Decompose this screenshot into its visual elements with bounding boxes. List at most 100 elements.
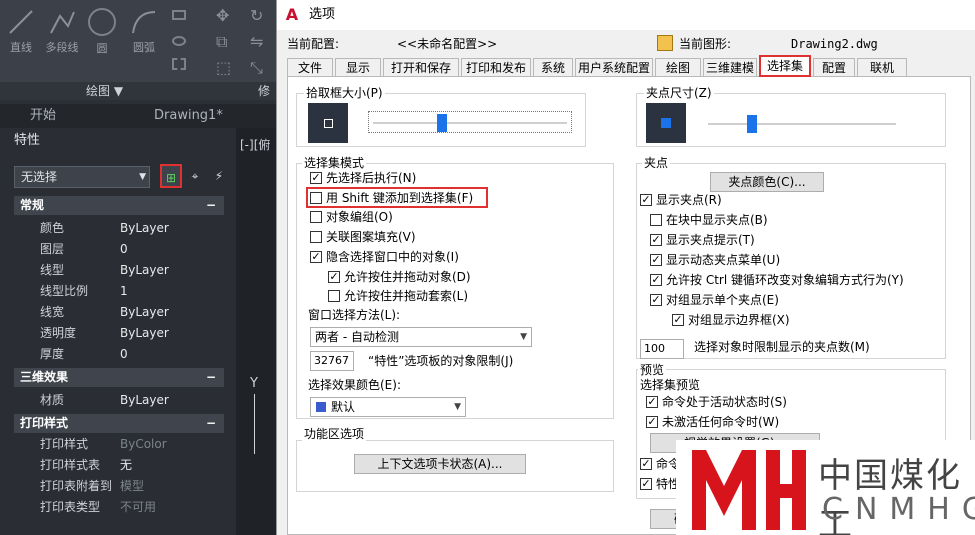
checkbox-icon[interactable] <box>310 192 322 204</box>
quick-select-button[interactable]: ⚡ <box>208 164 230 188</box>
section-header[interactable]: 三维效果 − <box>14 368 224 387</box>
preview-partial-item-2[interactable]: ✓ 特性 <box>640 475 680 493</box>
hatch-icon[interactable] <box>172 58 186 70</box>
tab-10[interactable]: 联机 <box>857 58 907 77</box>
property-value: ByLayer <box>120 305 169 319</box>
gripsize-slider[interactable] <box>708 113 896 135</box>
crosshair-icon: ⌖ <box>191 169 199 183</box>
checkbox-item[interactable]: ✓ 命令处于活动状态时(S) <box>646 393 787 411</box>
checkbox-item[interactable]: ✓ 对组显示边界框(X) <box>672 311 790 329</box>
checkbox-item[interactable]: ✓ 显示夹点提示(T) <box>650 231 755 249</box>
checkbox-icon[interactable]: ✓ <box>328 271 340 283</box>
collapse-icon[interactable]: − <box>206 196 216 215</box>
tab-3[interactable]: 打印和发布 <box>461 58 531 77</box>
property-row[interactable]: 打印样式 ByColor <box>14 434 224 455</box>
checkbox-icon[interactable]: ✓ <box>640 194 652 206</box>
collapse-icon[interactable]: − <box>206 414 216 433</box>
line-tool[interactable]: 直线 <box>6 8 36 55</box>
tab-drawing1[interactable]: Drawing1* <box>124 104 234 128</box>
checkbox-icon[interactable] <box>328 290 340 302</box>
pickbox-slider-thumb[interactable] <box>437 114 448 132</box>
drawing-canvas[interactable]: [-][俯 Y <box>236 128 276 535</box>
arc-tool[interactable]: 圆弧 <box>128 8 160 55</box>
checkbox-item[interactable]: 允许按住并拖动套索(L) <box>328 287 468 305</box>
copy-icon[interactable]: ⧉ <box>216 32 236 52</box>
checkbox-item[interactable]: 关联图案填充(V) <box>310 228 416 246</box>
checkbox-item[interactable]: 对象编组(O) <box>310 208 393 226</box>
tab-5[interactable]: 用户系统配置 <box>575 58 653 77</box>
grip-colors-button[interactable]: 夹点颜色(C)... <box>710 172 824 192</box>
tab-6[interactable]: 绘图 <box>655 58 701 77</box>
tab-7[interactable]: 三维建模 <box>703 58 757 77</box>
checkbox-icon[interactable]: ✓ <box>646 396 658 408</box>
polyline-tool[interactable]: 多段线 <box>42 8 82 55</box>
select-objects-button[interactable]: ⌖ <box>184 164 206 188</box>
circle-tool[interactable]: 圆 <box>86 8 118 56</box>
pickbox-slider[interactable] <box>368 111 572 133</box>
grip-limit-input[interactable]: 100 <box>640 339 684 359</box>
effect-color-select[interactable]: 默认 ▼ <box>310 397 466 417</box>
checkbox-item[interactable]: ✓ 隐含选择窗口中的对象(I) <box>310 248 459 266</box>
tab-8[interactable]: 选择集 <box>759 55 811 77</box>
rotate-icon[interactable]: ↻ <box>250 6 270 26</box>
mirror-icon[interactable]: ⇋ <box>250 32 270 52</box>
gripsize-slider-thumb[interactable] <box>747 115 758 133</box>
stretch-icon[interactable]: ⬚ <box>216 58 236 78</box>
object-limit-input[interactable]: 32767 <box>310 351 354 371</box>
rectangle-icon[interactable] <box>172 10 186 20</box>
section-header[interactable]: 常规 − <box>14 196 224 215</box>
tab-9[interactable]: 配置 <box>813 58 855 77</box>
checkbox-icon[interactable]: ✓ <box>650 274 662 286</box>
modify-panel-title[interactable]: 修 <box>258 82 270 100</box>
preview-partial-item-1[interactable]: ✓ 命令 <box>640 455 680 473</box>
scale-icon[interactable]: ⤡ <box>250 58 270 78</box>
window-method-select[interactable]: 两者 - 自动检测 ▼ <box>310 327 532 347</box>
property-row[interactable]: 颜色 ByLayer <box>14 218 224 239</box>
checkbox-icon[interactable]: ✓ <box>650 294 662 306</box>
tab-4[interactable]: 系统 <box>533 58 573 77</box>
checkbox-icon[interactable]: ✓ <box>646 416 658 428</box>
ellipse-icon[interactable] <box>172 36 186 46</box>
checkbox-icon[interactable]: ✓ <box>310 172 322 184</box>
tab-2[interactable]: 打开和保存 <box>383 58 459 77</box>
checkbox-item[interactable]: ✓ 先选择后执行(N) <box>310 169 416 187</box>
move-icon[interactable]: ✥ <box>216 6 236 26</box>
checkbox-icon[interactable]: ✓ <box>650 234 662 246</box>
checkbox-icon[interactable]: ✓ <box>310 251 322 263</box>
checkbox-item[interactable]: 用 Shift 键添加到选择集(F) <box>310 189 473 207</box>
property-row[interactable]: 厚度 0 <box>14 344 224 365</box>
checkbox-icon[interactable] <box>650 214 662 226</box>
property-row[interactable]: 线型 ByLayer <box>14 260 224 281</box>
tab-0[interactable]: 文件 <box>287 58 333 77</box>
toggle-pickadd-button[interactable]: ⊞ <box>160 164 182 188</box>
checkbox-item[interactable]: ✓ 对组显示单个夹点(E) <box>650 291 779 309</box>
checkbox-item[interactable]: ✓ 显示动态夹点菜单(U) <box>650 251 780 269</box>
property-row[interactable]: 透明度 ByLayer <box>14 323 224 344</box>
selection-dropdown[interactable]: 无选择 ▼ <box>14 166 150 188</box>
tab-start[interactable]: 开始 <box>0 104 120 128</box>
checkbox-item[interactable]: 在块中显示夹点(B) <box>650 211 768 229</box>
draw-panel-title[interactable]: 绘图 ▼ <box>86 82 123 100</box>
checkbox-icon[interactable] <box>310 211 322 223</box>
contextual-tab-states-button[interactable]: 上下文选项卡状态(A)... <box>354 454 526 474</box>
checkbox-icon[interactable]: ✓ <box>650 254 662 266</box>
collapse-icon[interactable]: − <box>206 368 216 387</box>
section-header[interactable]: 打印样式 − <box>14 414 224 433</box>
checkbox-icon: ✓ <box>640 457 652 470</box>
property-row[interactable]: 打印表附着到 模型 <box>14 476 224 497</box>
ucs-y-label: Y <box>250 376 258 391</box>
checkbox-icon[interactable]: ✓ <box>672 314 684 326</box>
property-row[interactable]: 打印样式表 无 <box>14 455 224 476</box>
checkbox-item[interactable]: ✓ 显示夹点(R) <box>640 191 722 209</box>
property-row[interactable]: 材质 ByLayer <box>14 390 224 411</box>
property-row[interactable]: 图层 0 <box>14 239 224 260</box>
checkbox-icon[interactable] <box>310 231 322 243</box>
property-row[interactable]: 线型比例 1 <box>14 281 224 302</box>
property-row[interactable]: 线宽 ByLayer <box>14 302 224 323</box>
checkbox-item[interactable]: ✓ 允许按住并拖动对象(D) <box>328 268 471 286</box>
viewport-label[interactable]: [-][俯 <box>240 136 270 153</box>
property-row[interactable]: 打印表类型 不可用 <box>14 497 224 518</box>
checkbox-item[interactable]: ✓ 未激活任何命令时(W) <box>646 413 779 431</box>
tab-1[interactable]: 显示 <box>335 58 381 77</box>
checkbox-item[interactable]: ✓ 允许按 Ctrl 键循环改变对象编辑方式行为(Y) <box>650 271 904 289</box>
